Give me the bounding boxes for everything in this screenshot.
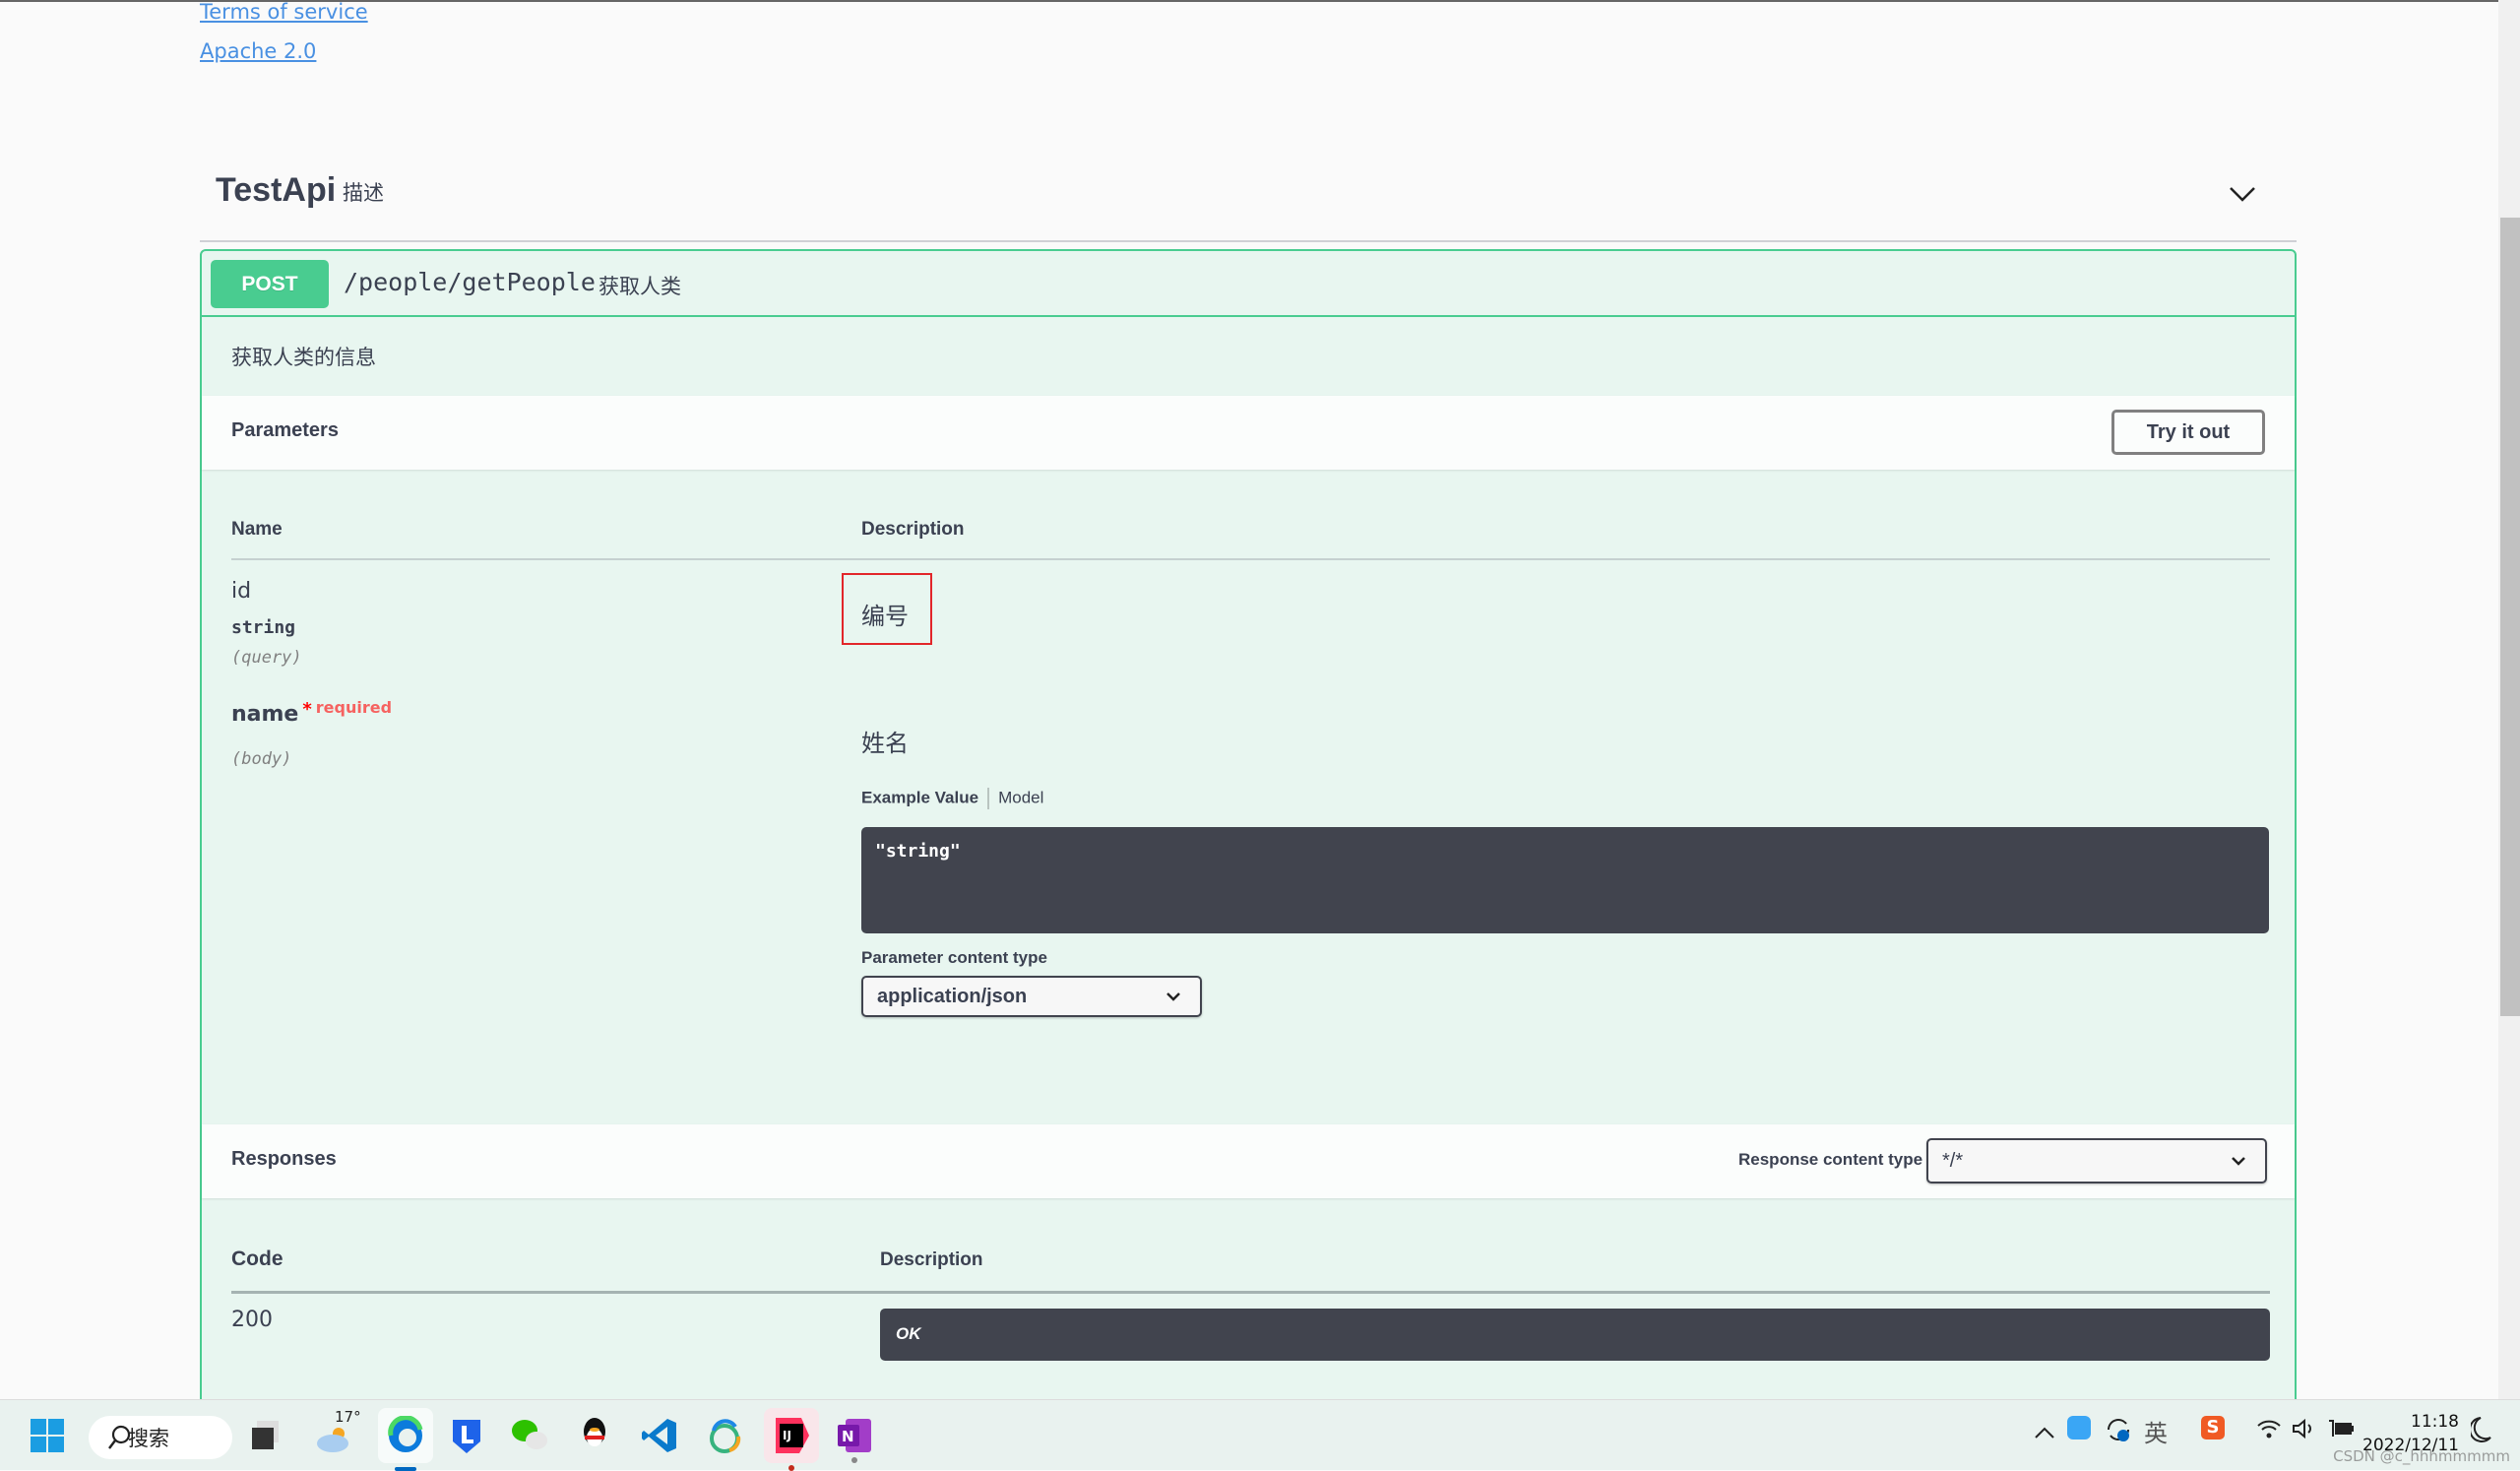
- battery-charging-icon[interactable]: [2327, 1418, 2355, 1439]
- license-link[interactable]: Apache 2.0: [200, 39, 316, 63]
- operation-summary-text: 获取人类: [598, 275, 681, 298]
- weather-icon[interactable]: 17°: [313, 1408, 361, 1457]
- responses-header-divider: [231, 1291, 2270, 1294]
- tab-example-value[interactable]: Example Value: [861, 788, 978, 806]
- param-name-label: name: [231, 702, 299, 727]
- tab-model[interactable]: Model: [998, 788, 1043, 806]
- search-icon: [108, 1425, 131, 1449]
- chevron-down-icon[interactable]: [2228, 179, 2257, 209]
- ime-indicator[interactable]: 英: [2144, 1414, 2168, 1448]
- task-view-icon[interactable]: [244, 1414, 287, 1457]
- param-id-type: string: [231, 617, 296, 638]
- try-it-out-button[interactable]: Try it out: [2111, 410, 2265, 455]
- tab-divider: [987, 788, 990, 809]
- running-dot: [851, 1457, 857, 1463]
- focus-moon-icon[interactable]: [2471, 1416, 2492, 1443]
- svg-text:IJ: IJ: [783, 1429, 791, 1442]
- tag-description: 描述: [343, 181, 384, 205]
- volume-icon[interactable]: [2292, 1418, 2317, 1439]
- svg-text:N: N: [842, 1428, 854, 1445]
- chevron-down-icon: [1166, 992, 1180, 1001]
- param-id-location: (query): [231, 648, 302, 668]
- tag-title: TestApi: [216, 171, 337, 209]
- response-code: 200: [231, 1308, 273, 1332]
- start-icon[interactable]: [26, 1414, 69, 1457]
- tag-section-header[interactable]: TestApi 描述: [200, 158, 2297, 242]
- parameters-title: Parameters: [231, 419, 339, 441]
- clock-time: 11:18: [2411, 1412, 2459, 1432]
- params-header-divider: [231, 558, 2270, 560]
- vertical-scrollbar[interactable]: [2498, 0, 2520, 1399]
- notification-dot: [788, 1465, 794, 1471]
- param-name-location: (body): [231, 749, 292, 769]
- response-content-type-select[interactable]: */*: [1926, 1138, 2267, 1183]
- param-id-name: id: [231, 579, 252, 604]
- example-model-tabs: Example Value Model: [861, 788, 1043, 809]
- col-header-response-description: Description: [880, 1249, 983, 1270]
- param-name-name: name * required: [231, 698, 392, 727]
- operation-summary[interactable]: POST /people/getPeople 获取人类: [202, 251, 2295, 317]
- watermark: CSDN @c_hhhmmmmm: [2333, 1447, 2510, 1465]
- scrollbar-thumb[interactable]: [2500, 218, 2520, 1016]
- edge-icon[interactable]: [378, 1408, 433, 1471]
- qq-icon[interactable]: [573, 1414, 616, 1457]
- active-indicator: [395, 1467, 416, 1471]
- method-badge: POST: [211, 260, 329, 308]
- responses-title: Responses: [231, 1148, 337, 1170]
- col-header-name: Name: [231, 519, 283, 540]
- swagger-page: Terms of service Apache 2.0 TestApi 描述 P…: [0, 0, 2498, 1399]
- top-border: [0, 0, 2498, 2]
- tray-app-icon[interactable]: [2067, 1416, 2091, 1439]
- onenote-icon[interactable]: N: [833, 1414, 876, 1463]
- vscode-icon[interactable]: [638, 1414, 681, 1457]
- taskbar-search[interactable]: 搜索: [89, 1416, 232, 1459]
- search-label: 搜索: [128, 1427, 169, 1450]
- param-id-description: 编号: [861, 603, 909, 630]
- response-description: OK: [880, 1309, 2270, 1361]
- col-header-description: Description: [861, 519, 965, 540]
- param-content-type-label: Parameter content type: [861, 948, 1047, 967]
- param-content-type-value: application/json: [877, 986, 1028, 1007]
- wifi-icon[interactable]: [2256, 1418, 2282, 1439]
- intellij-icon[interactable]: IJ: [764, 1408, 819, 1471]
- response-content-type-label: Response content type: [1738, 1150, 1923, 1169]
- wechat-icon[interactable]: [508, 1414, 551, 1457]
- navicat-icon[interactable]: [703, 1414, 746, 1457]
- example-value-code[interactable]: "string": [861, 827, 2269, 933]
- operation-block: POST /people/getPeople 获取人类 获取人类的信息 Para…: [200, 249, 2297, 1399]
- operation-path: /people/getPeople: [344, 268, 596, 296]
- responses-header: Responses Response content type */*: [202, 1124, 2295, 1198]
- required-label: required: [315, 698, 393, 717]
- sync-icon[interactable]: [2105, 1416, 2132, 1443]
- sogou-ime-icon[interactable]: S: [2201, 1416, 2225, 1439]
- parameters-header: Parameters Try it out: [202, 396, 2295, 470]
- terms-of-service-link[interactable]: Terms of service: [200, 0, 368, 24]
- param-name-description: 姓名: [861, 730, 909, 757]
- weather-temp: 17°: [335, 1408, 361, 1426]
- response-content-type-value: */*: [1942, 1150, 1964, 1172]
- chevron-up-icon[interactable]: [2034, 1426, 2055, 1439]
- lark-icon[interactable]: [445, 1414, 488, 1457]
- param-content-type-select[interactable]: application/json: [861, 976, 1202, 1017]
- chevron-down-icon: [2232, 1157, 2245, 1166]
- required-star: *: [302, 699, 312, 720]
- operation-description: 获取人类的信息: [231, 346, 376, 369]
- windows-taskbar: 搜索 17° IJ N 英 S 11:18 2022/12/11 CSDN @c…: [0, 1399, 2520, 1471]
- col-header-code: Code: [231, 1247, 284, 1270]
